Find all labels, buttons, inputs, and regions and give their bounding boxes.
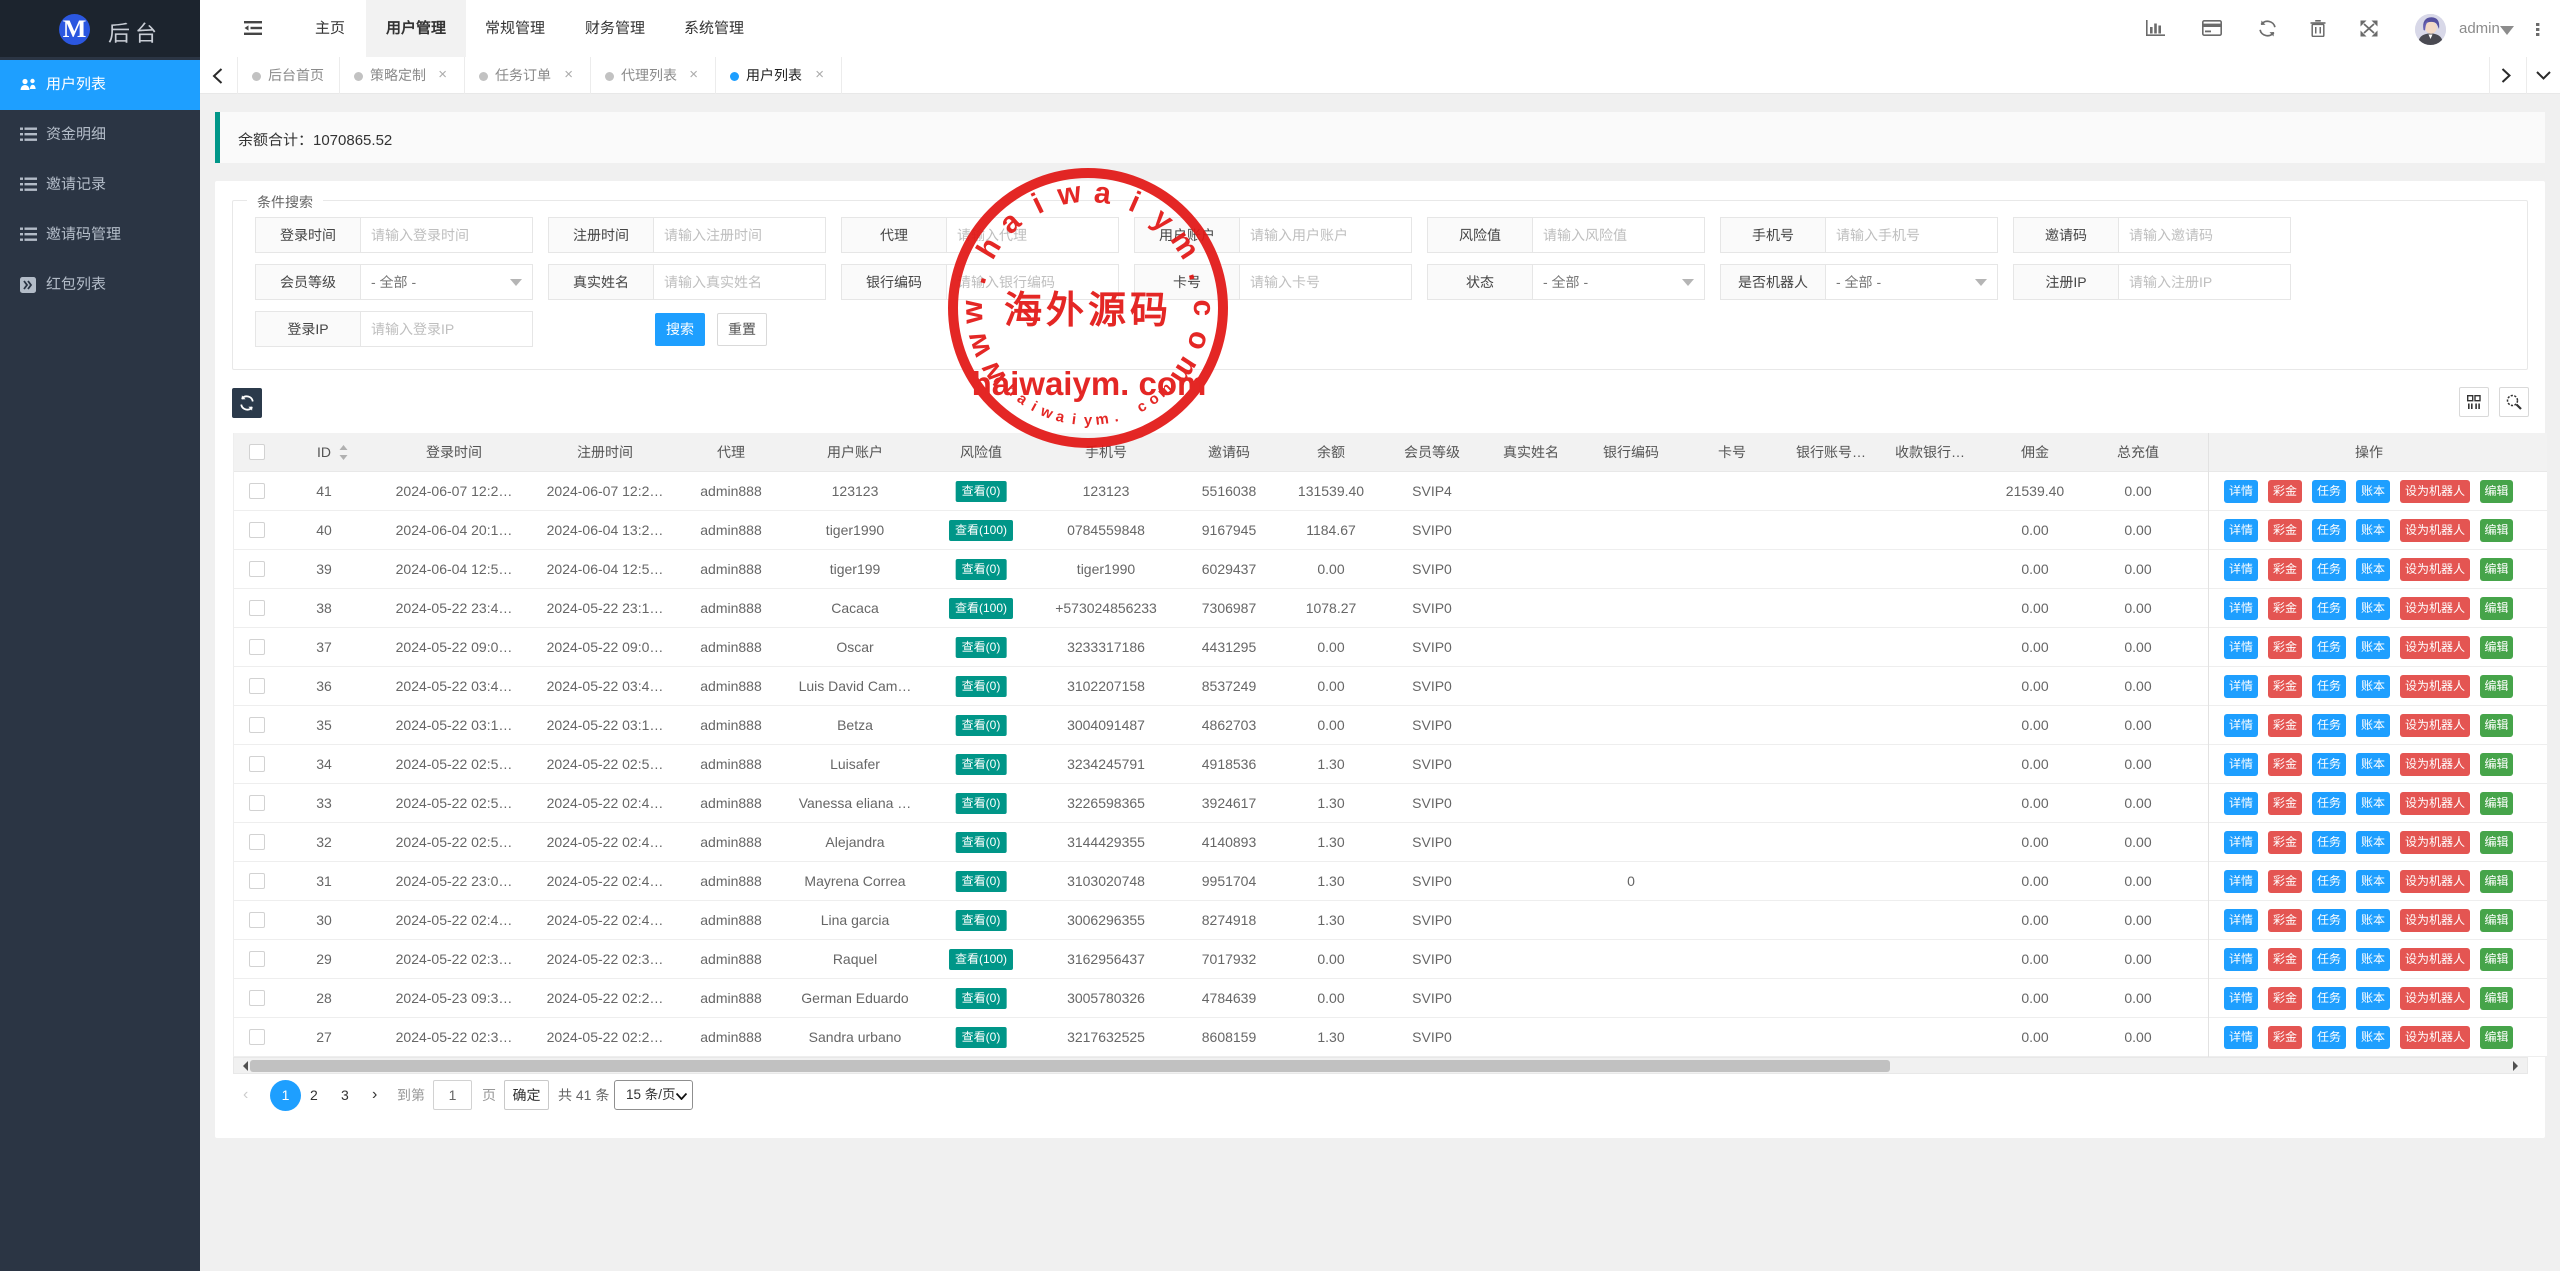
- svg-text:m: m: [1094, 410, 1109, 429]
- svg-text:i: i: [1071, 411, 1077, 428]
- svg-text:h: h: [970, 232, 1008, 265]
- svg-text:c: c: [1187, 300, 1220, 317]
- svg-text:.: .: [1182, 266, 1216, 283]
- svg-text:a: a: [1092, 176, 1113, 211]
- svg-text:y: y: [1146, 202, 1180, 238]
- svg-text:.: .: [959, 271, 993, 287]
- svg-text:y: y: [1084, 412, 1093, 429]
- svg-text:a: a: [1054, 408, 1067, 427]
- svg-text:.: .: [1112, 408, 1120, 426]
- svg-text:海外源码: 海外源码: [1004, 279, 1172, 334]
- svg-text:w: w: [956, 299, 990, 325]
- svg-text:w: w: [1054, 176, 1084, 213]
- svg-text:i: i: [1027, 187, 1049, 220]
- svg-text:w: w: [1037, 402, 1055, 423]
- svg-text:w: w: [959, 328, 998, 362]
- svg-text:o: o: [1180, 327, 1217, 354]
- svg-text:a: a: [993, 205, 1028, 241]
- svg-text:i: i: [1124, 186, 1145, 220]
